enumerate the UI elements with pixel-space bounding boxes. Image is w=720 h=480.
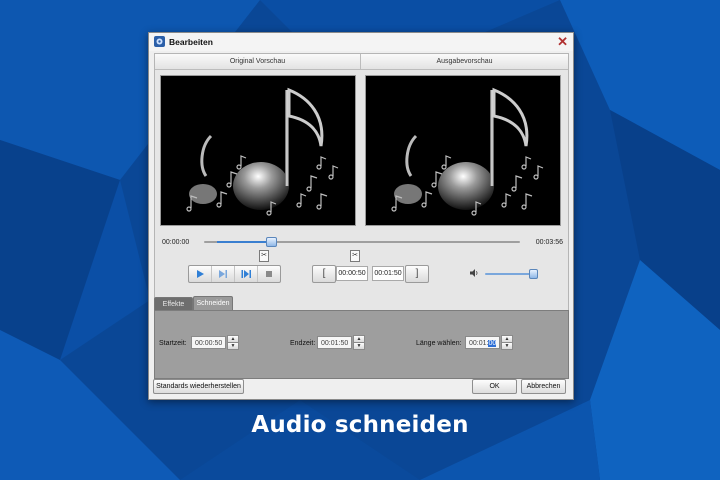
length-value[interactable]: 00:01:00 — [465, 336, 500, 349]
play-button[interactable] — [189, 266, 212, 282]
start-time-value[interactable]: 00:00:50 — [191, 336, 226, 349]
page-caption: Audio schneiden — [251, 412, 469, 438]
restore-defaults-button[interactable]: Standards wiederherstellen — [153, 379, 244, 394]
start-time-label: Startzeit: — [159, 340, 187, 347]
output-preview-header: Ausgabevorschau — [361, 54, 568, 70]
tab-effekte[interactable]: Effekte — [154, 297, 193, 311]
set-end-button[interactable]: ] — [405, 265, 429, 283]
next-frame-button[interactable] — [212, 266, 235, 282]
length-selected-segment: 00 — [488, 340, 497, 347]
volume-icon — [470, 269, 478, 277]
volume-thumb[interactable] — [529, 269, 538, 279]
volume-slider[interactable] — [485, 273, 535, 275]
cut-start-time-field[interactable]: 00:00:50 — [336, 266, 368, 281]
cut-end-time-field[interactable]: 00:01:50 — [372, 266, 404, 281]
set-start-button[interactable]: [ — [312, 265, 336, 283]
music-notes-image — [161, 76, 355, 225]
timeline-thumb[interactable] — [266, 237, 277, 247]
end-time-value[interactable]: 00:01:50 — [317, 336, 352, 349]
end-time-up-icon[interactable]: ▲ — [353, 335, 365, 343]
ok-button[interactable]: OK — [472, 379, 517, 394]
original-preview-video — [160, 75, 356, 226]
timeline-start-time: 00:00:00 — [162, 239, 190, 246]
app-icon — [154, 36, 165, 47]
start-time-spinner[interactable]: 00:00:50 ▲ ▼ — [191, 335, 239, 350]
step-forward-icon — [219, 270, 227, 278]
dialog-title: Bearbeiten — [169, 37, 213, 47]
title-bar: Bearbeiten ✕ — [149, 33, 573, 51]
original-preview-header: Original Vorschau — [155, 54, 361, 70]
start-time-up-icon[interactable]: ▲ — [227, 335, 239, 343]
output-preview-video — [365, 75, 561, 226]
length-prefix: 00:01: — [469, 340, 489, 347]
length-up-icon[interactable]: ▲ — [501, 335, 513, 343]
length-down-icon[interactable]: ▼ — [501, 343, 513, 350]
tab-schneiden[interactable]: Schneiden — [193, 296, 233, 311]
end-time-label: Endzeit: — [290, 340, 316, 347]
timeline-end-time: 00:03:56 — [535, 239, 563, 246]
cut-panel: Startzeit: 00:00:50 ▲ ▼ Endzeit: 00:01:5… — [154, 310, 569, 379]
play-icon — [197, 270, 204, 278]
length-spinner[interactable]: 00:01:00 ▲ ▼ — [465, 335, 513, 350]
stop-icon — [266, 271, 272, 277]
music-notes-image — [366, 76, 560, 225]
play-range-icon — [241, 270, 251, 278]
start-time-down-icon[interactable]: ▼ — [227, 343, 239, 350]
playback-controls — [188, 265, 281, 283]
end-time-spinner[interactable]: 00:01:50 ▲ ▼ — [317, 335, 365, 350]
end-time-down-icon[interactable]: ▼ — [353, 343, 365, 350]
cancel-button[interactable]: Abbrechen — [521, 379, 566, 394]
close-icon[interactable]: ✕ — [557, 34, 568, 50]
cut-start-marker-icon[interactable]: ✂ — [259, 250, 269, 262]
timeline-selection — [217, 241, 273, 243]
edit-dialog: Bearbeiten ✕ Original Vorschau Ausgabevo… — [148, 32, 574, 400]
preview-panel: Original Vorschau Ausgabevorschau 00:00:… — [154, 53, 569, 317]
length-label: Länge wählen: — [416, 340, 462, 347]
stop-button[interactable] — [258, 266, 280, 282]
cut-end-marker-icon[interactable]: ✂ — [350, 250, 360, 262]
play-selection-button[interactable] — [235, 266, 258, 282]
